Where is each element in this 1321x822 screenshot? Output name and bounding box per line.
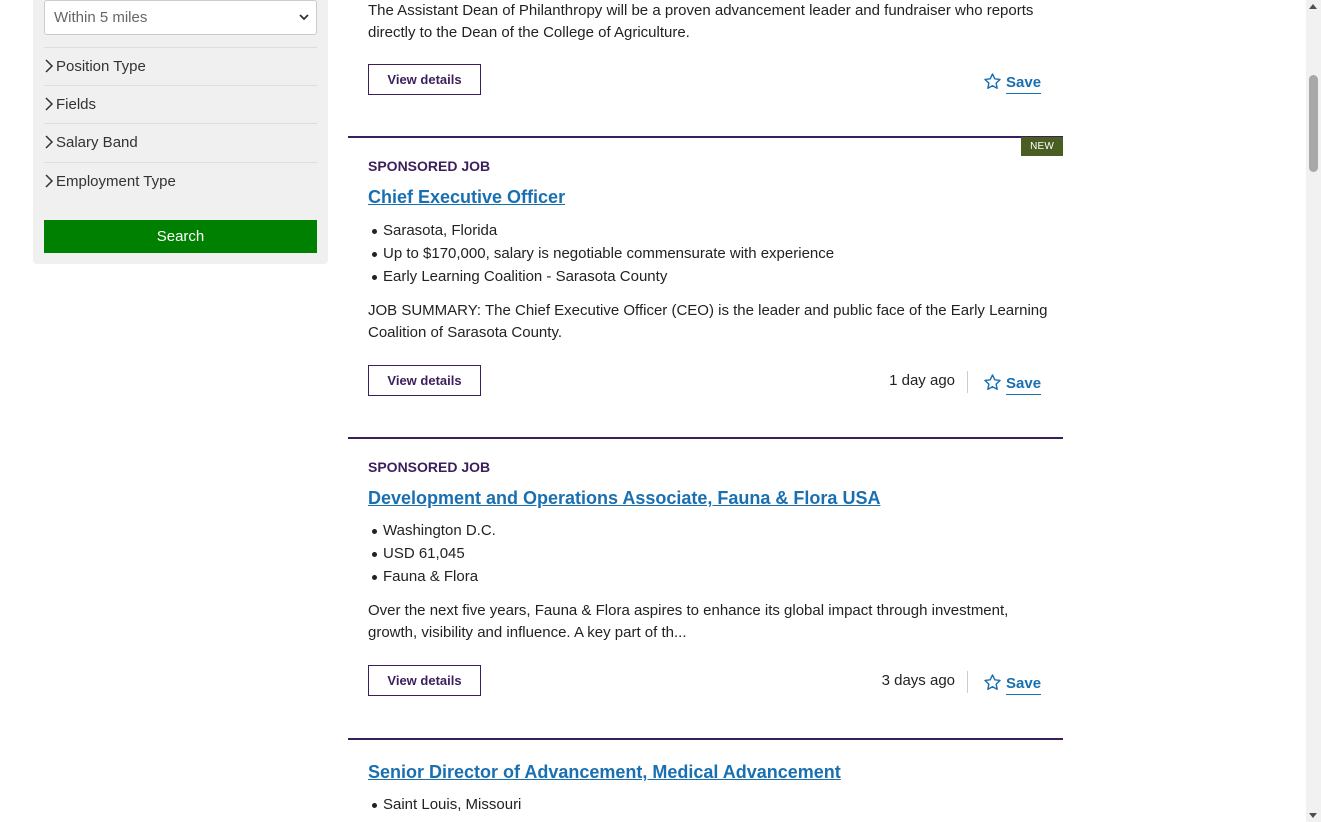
save-job-button[interactable]: Save	[983, 673, 1043, 697]
filter-position-type[interactable]: Position Type	[44, 47, 317, 85]
sponsored-label: SPONSORED JOB	[368, 158, 491, 174]
filter-sidebar: Within 5 miles Position Type Fields Sala…	[33, 0, 328, 264]
job-salary: USD 61,045	[372, 544, 496, 567]
job-details-list: Saint Louis, Missouri	[371, 795, 521, 818]
job-salary: Up to $170,000, salary is negotiable com…	[371, 244, 834, 267]
employer-logo	[873, 816, 1048, 822]
scroll-down-arrow-icon[interactable]	[1309, 813, 1317, 818]
job-location: Saint Louis, Missouri	[371, 795, 521, 818]
save-job-button[interactable]: Save	[983, 373, 1043, 397]
filter-fields[interactable]: Fields	[44, 85, 317, 123]
filter-employment-type[interactable]: Employment Type	[44, 162, 317, 200]
job-listing: The Assistant Dean of Philanthropy will …	[348, 0, 1063, 137]
job-employer: Early Learning Coalition - Sarasota Coun…	[371, 267, 834, 290]
job-details-list: Sarasota, Florida Up to $170,000, salary…	[371, 221, 834, 290]
save-label: Save	[1006, 375, 1042, 395]
view-details-button[interactable]: View details	[368, 365, 481, 396]
job-employer: Fauna & Flora	[372, 567, 496, 590]
divider	[348, 136, 1063, 138]
save-job-button[interactable]: Save	[983, 72, 1043, 96]
job-listing: Senior Director of Advancement, Medical …	[348, 738, 1063, 822]
chevron-down-icon	[299, 14, 309, 21]
job-title-link[interactable]: Chief Executive Officer	[368, 187, 565, 208]
scroll-up-arrow-icon[interactable]	[1309, 4, 1317, 9]
distance-select-value: Within 5 miles	[54, 9, 148, 26]
distance-select[interactable]: Within 5 miles	[44, 0, 317, 35]
star-outline-icon	[984, 674, 1001, 691]
filter-label: Position Type	[56, 58, 146, 75]
filter-salary-band[interactable]: Salary Band	[44, 123, 317, 161]
chevron-right-icon	[45, 97, 54, 111]
chevron-right-icon	[45, 59, 54, 73]
sponsored-label: SPONSORED JOB	[368, 459, 491, 475]
divider	[967, 671, 968, 693]
job-title-link[interactable]: Development and Operations Associate, Fa…	[368, 488, 880, 509]
chevron-right-icon	[45, 135, 54, 149]
divider	[348, 437, 1063, 439]
job-summary: The Assistant Dean of Philanthropy will …	[368, 2, 1034, 41]
view-details-button[interactable]: View details	[368, 64, 481, 95]
view-details-button[interactable]: View details	[368, 665, 481, 696]
scrollbar-thumb[interactable]	[1309, 75, 1318, 172]
job-listing: SPONSORED JOB Development and Operations…	[348, 437, 1063, 739]
divider	[967, 371, 968, 393]
job-location: Sarasota, Florida	[371, 221, 834, 244]
job-summary: JOB SUMMARY: The Chief Executive Officer…	[368, 302, 1048, 341]
divider	[348, 738, 1063, 740]
job-summary: Over the next five years, Fauna & Flora …	[368, 602, 1009, 641]
job-title-link[interactable]: Senior Director of Advancement, Medical …	[368, 762, 841, 783]
posted-date: 3 days ago	[881, 672, 955, 689]
job-details-list: Washington D.C. USD 61,045 Fauna & Flora	[372, 521, 496, 590]
star-outline-icon	[984, 73, 1001, 90]
filter-label: Employment Type	[56, 173, 176, 190]
filter-label: Salary Band	[56, 134, 138, 151]
new-badge: NEW	[1021, 137, 1063, 156]
search-button[interactable]: Search	[44, 220, 317, 253]
job-location: Washington D.C.	[372, 521, 496, 544]
star-outline-icon	[984, 374, 1001, 391]
save-label: Save	[1006, 74, 1042, 94]
vertical-scrollbar[interactable]	[1306, 0, 1321, 822]
posted-date: 1 day ago	[889, 372, 955, 389]
filter-label: Fields	[56, 96, 97, 113]
chevron-right-icon	[45, 174, 54, 188]
save-label: Save	[1006, 675, 1042, 695]
job-listing: NEW SPONSORED JOB Chief Executive Office…	[348, 136, 1063, 438]
